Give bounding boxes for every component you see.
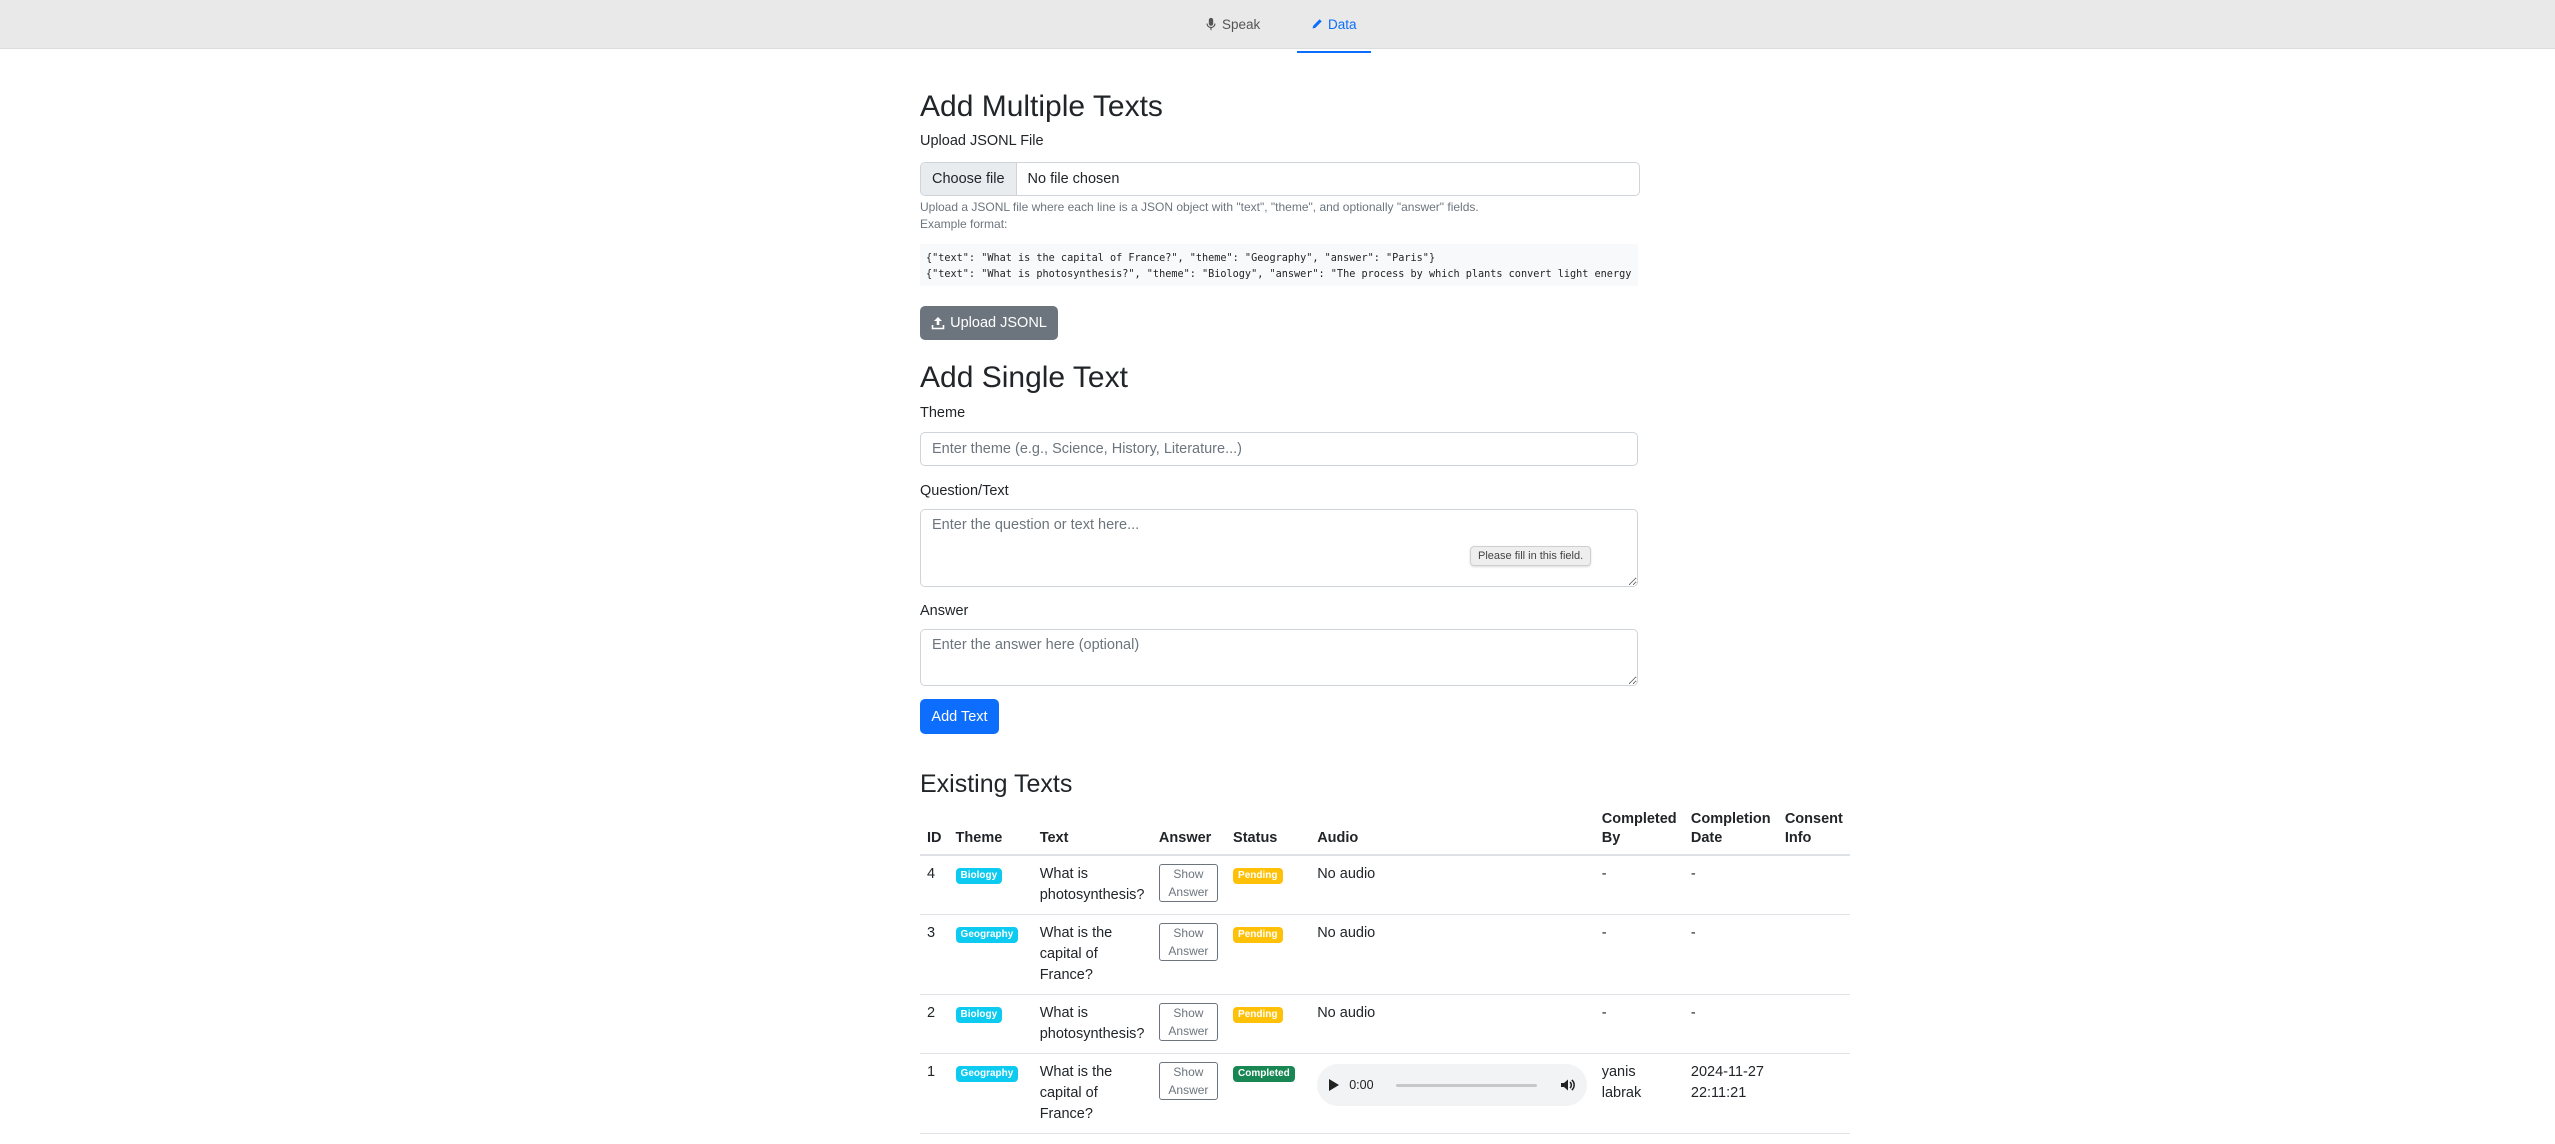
upload-jsonl-button[interactable]: Upload JSONL	[920, 306, 1058, 340]
jsonl-example-block: {"text": "What is the capital of France?…	[920, 244, 1638, 286]
jsonl-file-input[interactable]: Choose file No file chosen	[920, 162, 1640, 196]
file-name-text: No file chosen	[1027, 171, 1120, 187]
tab-data[interactable]: Data	[1297, 0, 1370, 53]
cell-completion-date: -	[1683, 994, 1778, 1054]
table-row: 4 Biology What is photosynthesis? Show A…	[920, 855, 1850, 915]
cell-text: What is the capital of France?	[1032, 1053, 1152, 1134]
col-completed-by: Completed By	[1594, 810, 1684, 856]
choose-file-button[interactable]: Choose file	[921, 163, 1017, 195]
cell-consent	[1777, 855, 1850, 915]
col-consent-info: Consent Info	[1777, 810, 1850, 856]
cell-id: 2	[920, 994, 949, 1054]
cell-text: What is photosynthesis?	[1032, 855, 1152, 915]
cell-completion-date: 2024-11-27 22:11:21	[1683, 1053, 1778, 1134]
theme-label: Theme	[920, 405, 966, 421]
table-header-row: ID Theme Text Answer Status Audio Comple…	[920, 810, 1850, 856]
cell-completed-by: -	[1594, 914, 1684, 995]
upload-jsonl-label: Upload JSONL	[950, 315, 1047, 331]
cell-audio: No audio	[1310, 855, 1595, 915]
theme-badge: Biology	[955, 868, 1003, 884]
col-answer: Answer	[1151, 810, 1227, 856]
cell-consent	[1777, 1053, 1850, 1134]
col-audio: Audio	[1310, 810, 1595, 856]
show-answer-button[interactable]: Show Answer	[1158, 1003, 1218, 1041]
tab-speak[interactable]: Speak	[1205, 0, 1260, 48]
cell-text: What is photosynthesis?	[1032, 994, 1152, 1054]
col-id: ID	[920, 810, 949, 856]
tab-speak-label: Speak	[1222, 16, 1261, 32]
col-theme: Theme	[948, 810, 1033, 856]
existing-section-title: Existing Texts	[920, 770, 1073, 798]
cell-consent	[1777, 994, 1850, 1054]
mic-icon	[1206, 17, 1216, 31]
cell-completed-by: yanis labrak	[1594, 1053, 1684, 1134]
status-badge: Pending	[1233, 927, 1283, 943]
col-text: Text	[1032, 810, 1152, 856]
example-format-label: Example format:	[920, 217, 1008, 231]
theme-input[interactable]	[920, 432, 1638, 466]
col-status: Status	[1226, 810, 1311, 856]
question-label: Question/Text	[920, 483, 1009, 499]
cell-completion-date: -	[1683, 855, 1778, 915]
cell-audio: No audio	[1310, 994, 1595, 1054]
col-completion-date: Completion Date	[1683, 810, 1778, 856]
show-answer-button[interactable]: Show Answer	[1158, 1062, 1218, 1100]
page: Speak Data Add Multiple Texts Upload JSO…	[0, 0, 2555, 1144]
single-section-title: Add Single Text	[920, 361, 1128, 394]
cell-id: 1	[920, 1053, 949, 1134]
pencil-icon	[1312, 19, 1322, 29]
status-badge: Pending	[1233, 1007, 1283, 1023]
cell-audio: No audio	[1310, 914, 1595, 995]
cell-text: What is the capital of France?	[1032, 914, 1152, 995]
texts-table: ID Theme Text Answer Status Audio Comple…	[920, 810, 1850, 1134]
cell-id: 3	[920, 914, 949, 995]
cell-consent	[1777, 914, 1850, 995]
table-row: 1 Geography What is the capital of Franc…	[920, 1053, 1850, 1134]
multi-section-title: Add Multiple Texts	[920, 90, 1163, 123]
top-nav: Speak Data	[0, 0, 2555, 53]
audio-player[interactable]: 0:00	[1317, 1064, 1588, 1106]
tab-data-label: Data	[1328, 16, 1357, 32]
volume-icon[interactable]	[1559, 1077, 1576, 1093]
play-icon[interactable]	[1329, 1079, 1340, 1091]
theme-badge: Geography	[955, 927, 1019, 943]
jsonl-help-text: Upload a JSONL file where each line is a…	[920, 200, 1479, 214]
show-answer-button[interactable]: Show Answer	[1158, 864, 1218, 902]
cell-id: 4	[920, 855, 949, 915]
theme-badge: Geography	[955, 1066, 1019, 1082]
status-badge: Completed	[1233, 1066, 1295, 1082]
table-row: 3 Geography What is the capital of Franc…	[920, 914, 1850, 995]
show-answer-button[interactable]: Show Answer	[1158, 923, 1218, 961]
jsonl-file-label: Upload JSONL File	[920, 133, 1044, 149]
cell-completed-by: -	[1594, 855, 1684, 915]
answer-textarea[interactable]	[920, 629, 1638, 686]
table-row: 2 Biology What is photosynthesis? Show A…	[920, 994, 1850, 1054]
cell-completion-date: -	[1683, 914, 1778, 995]
validation-tooltip: Please fill in this field.	[1470, 546, 1592, 566]
cell-completed-by: -	[1594, 994, 1684, 1054]
answer-label: Answer	[920, 603, 969, 619]
audio-seek-bar[interactable]	[1395, 1083, 1538, 1087]
audio-time: 0:00	[1349, 1077, 1374, 1092]
upload-icon	[931, 317, 945, 330]
status-badge: Pending	[1233, 868, 1283, 884]
example-line-1: {"text": "What is the capital of France?…	[926, 253, 1436, 264]
add-text-button[interactable]: Add Text	[920, 699, 999, 734]
example-line-2: {"text": "What is photosynthesis?", "the…	[926, 269, 1638, 280]
theme-badge: Biology	[955, 1007, 1003, 1023]
